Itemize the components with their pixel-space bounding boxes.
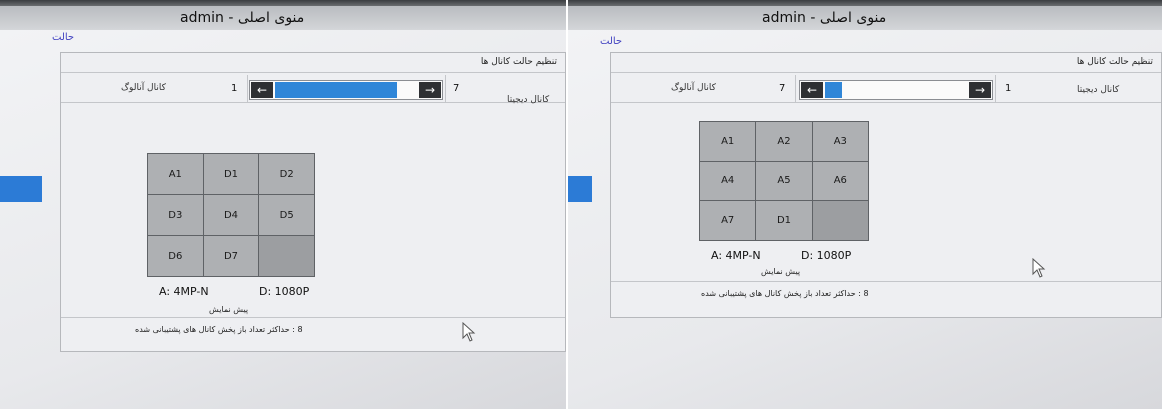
mode-tab[interactable]: حالت (52, 32, 74, 43)
grid-cell: A6 (812, 161, 868, 201)
arrow-right-icon[interactable]: → (419, 82, 441, 98)
preview-button[interactable]: پیش نمایش (209, 305, 248, 314)
grid-cell: D1 (203, 154, 259, 194)
channel-row: کانال آنالوگ 7 ← → 1 کانال دیجیتا (611, 75, 1161, 103)
window-title: منوی اصلی - admin (762, 10, 887, 26)
grid-cell: D3 (148, 195, 203, 235)
channel-mode-panel: تنظیم حالت کانال ها کانال آنالوگ 1 ← → 7… (60, 52, 566, 352)
arrow-right-icon[interactable]: → (969, 82, 991, 98)
channel-layout-grid: A1 D1 D2 D3 D4 D5 D6 D7 (147, 153, 315, 277)
channel-layout-grid: A1 A2 A3 A4 A5 A6 A7 D1 (699, 121, 869, 241)
grid-cell: D7 (203, 236, 259, 276)
channel-row: کانال آنالوگ 1 ← → 7 کانال دیجیتا (61, 75, 565, 105)
footer-divider (611, 281, 1161, 282)
analog-channel-value: 7 (779, 83, 786, 94)
grid-cell: A1 (700, 122, 756, 161)
row-divider (445, 75, 446, 103)
row-divider (247, 75, 248, 103)
digital-channel-label: کانال دیجیتا (1077, 85, 1120, 95)
slider-fill (275, 82, 397, 98)
slider-fill (825, 82, 842, 98)
grid-cell: D1 (756, 201, 812, 240)
footer-divider (61, 317, 565, 318)
digital-channel-label: کانال دیجیتا (507, 95, 550, 105)
window-titlebar: منوی اصلی - admin (568, 6, 1162, 30)
grid-cell: D2 (259, 154, 314, 194)
grid-cell: A1 (148, 154, 203, 194)
screen-area: حالت تنظیم حالت کانال ها کانال آنالوگ 7 … (568, 30, 1162, 409)
channel-mode-panel: تنظیم حالت کانال ها کانال آنالوگ 7 ← → 1… (610, 52, 1162, 318)
grid-cell: D4 (203, 195, 259, 235)
max-playback-channels: 8 : حداکثر تعداد باز پخش کانال های پشتیب… (701, 289, 869, 298)
preview-button[interactable]: پیش نمایش (761, 267, 800, 276)
panel-title: تنظیم حالت کانال ها (611, 53, 1161, 73)
window-titlebar: منوی اصلی - admin (0, 6, 566, 30)
panel-title: تنظیم حالت کانال ها (61, 53, 565, 73)
grid-cell: D6 (148, 236, 203, 276)
arrow-left-icon[interactable]: ← (801, 82, 823, 98)
right-screen-photo: منوی اصلی - admin حالت تنظیم حالت کانال … (568, 0, 1162, 409)
analog-channel-value: 1 (231, 83, 238, 94)
channel-slider[interactable]: ← → (249, 80, 443, 100)
analog-resolution: A: 4MP-N (711, 249, 761, 262)
analog-resolution: A: 4MP-N (159, 285, 209, 298)
grid-cell: A4 (700, 161, 756, 201)
grid-cell: A3 (812, 122, 868, 161)
mouse-cursor-icon (462, 322, 476, 342)
channel-slider[interactable]: ← → (799, 80, 993, 100)
digital-channel-value: 1 (1005, 83, 1012, 94)
grid-cell (812, 201, 868, 240)
row-divider (995, 75, 996, 103)
side-menu-tab[interactable] (0, 176, 42, 202)
row-divider (795, 75, 796, 103)
digital-channel-value: 7 (453, 83, 460, 94)
grid-cell (259, 236, 314, 276)
grid-cell: A2 (756, 122, 812, 161)
analog-channel-label: کانال آنالوگ (671, 83, 716, 93)
grid-cell: A5 (756, 161, 812, 201)
arrow-left-icon[interactable]: ← (251, 82, 273, 98)
window-title: منوی اصلی - admin (180, 10, 305, 26)
digital-resolution: D: 1080P (801, 249, 852, 262)
side-menu-tab[interactable] (568, 176, 592, 202)
screen-area: حالت تنظیم حالت کانال ها کانال آنالوگ 1 … (0, 30, 566, 409)
grid-cell: A7 (700, 201, 756, 240)
grid-cell: D5 (259, 195, 314, 235)
mode-tab[interactable]: حالت (600, 36, 622, 47)
left-screen-photo: منوی اصلی - admin حالت تنظیم حالت کانال … (0, 0, 566, 409)
max-playback-channels: 8 : حداکثر تعداد باز پخش کانال های پشتیب… (135, 325, 303, 334)
mouse-cursor-icon (1032, 258, 1046, 278)
analog-channel-label: کانال آنالوگ (121, 83, 166, 93)
digital-resolution: D: 1080P (259, 285, 310, 298)
